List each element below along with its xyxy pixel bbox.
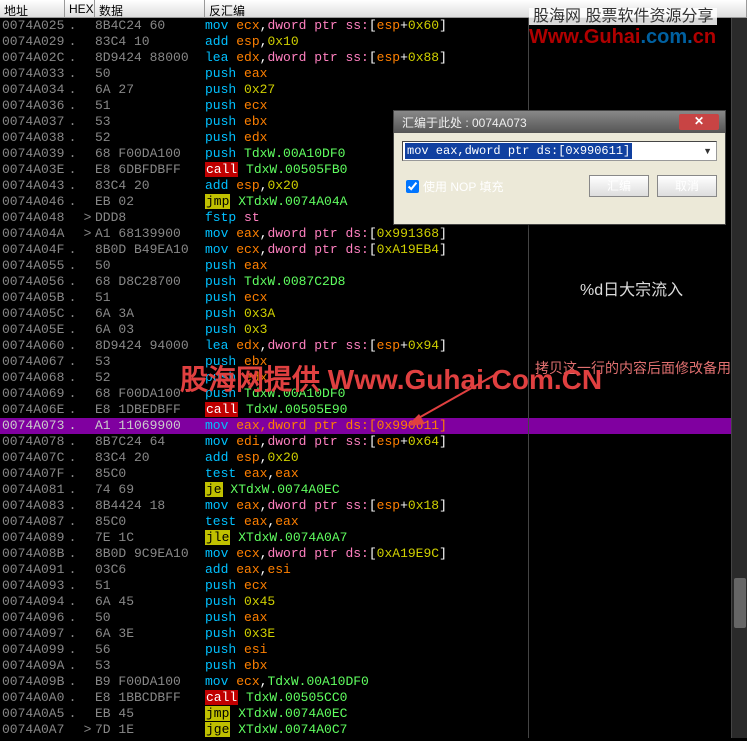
assembly-input[interactable]: mov eax,dword ptr ds:[0x990611] ▼ (402, 141, 717, 161)
vertical-scrollbar[interactable] (731, 18, 747, 738)
scrollbar-thumb[interactable] (734, 578, 746, 628)
watermark-top: 股海网 股票软件资源分享 Www.Guhai.com.cn (529, 2, 739, 49)
nop-fill-checkbox[interactable] (406, 180, 419, 193)
close-button[interactable]: ✕ (679, 114, 719, 130)
dialog-titlebar[interactable]: 汇编于此处 : 0074A073 ✕ (394, 111, 725, 133)
header-data[interactable]: 数据 (95, 0, 205, 18)
header-hex[interactable]: HEX (65, 0, 95, 18)
header-addr[interactable]: 地址 (0, 0, 65, 18)
dialog-title-text: 汇编于此处 : 0074A073 (402, 114, 527, 131)
side-text-2: 拷贝这一行的内容后面修改备用 (535, 358, 731, 378)
nop-fill-label: 使用 NOP 填充 (423, 178, 503, 195)
assemble-button[interactable]: 汇编 (589, 175, 649, 197)
cancel-button[interactable]: 取消 (657, 175, 717, 197)
assemble-dialog[interactable]: 汇编于此处 : 0074A073 ✕ mov eax,dword ptr ds:… (393, 110, 726, 225)
dropdown-icon[interactable]: ▼ (701, 146, 714, 156)
side-text-1: %d日大宗流入 (580, 276, 683, 300)
